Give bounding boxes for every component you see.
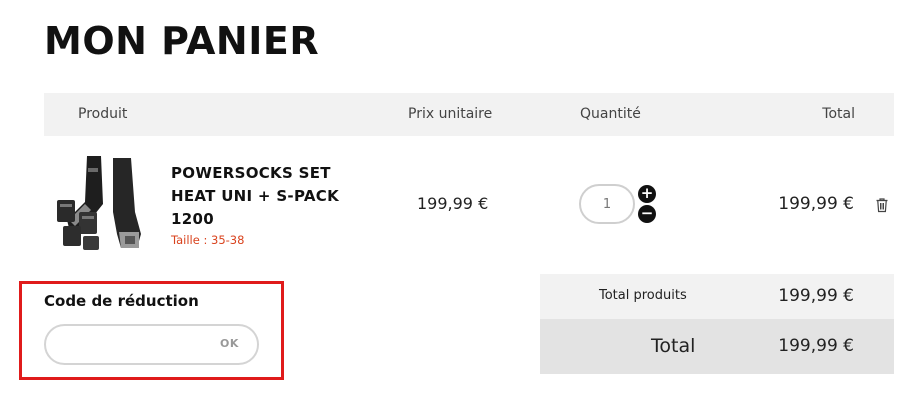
quantity-increase-button[interactable]: +	[638, 185, 656, 203]
summary-total-value: 199,99 €	[778, 336, 854, 356]
column-header-total: Total	[822, 106, 855, 122]
quantity-decrease-button[interactable]: −	[638, 205, 656, 223]
promo-ok-button[interactable]: OK	[220, 337, 239, 350]
product-name[interactable]: POWERSOCKS SET HEAT UNI + S-PACK 1200	[171, 162, 361, 231]
quantity-input[interactable]	[579, 184, 635, 224]
column-header-unit-price: Prix unitaire	[408, 106, 493, 122]
summary-products-value: 199,99 €	[778, 286, 854, 306]
cart-table-header: Produit Prix unitaire Quantité Total	[44, 93, 894, 136]
trash-icon[interactable]	[874, 197, 890, 213]
product-image[interactable]	[55, 152, 155, 254]
promo-code-label: Code de réduction	[44, 292, 199, 310]
summary-products-row: Total produits 199,99 €	[540, 274, 894, 319]
line-total: 199,99 €	[778, 194, 854, 214]
product-size: Taille : 35-38	[171, 233, 245, 247]
summary-total-label: Total	[651, 335, 696, 357]
unit-price: 199,99 €	[417, 194, 489, 213]
page-title: MON PANIER	[44, 19, 320, 63]
column-header-product: Produit	[78, 106, 128, 122]
summary-total-row: Total 199,99 €	[540, 319, 894, 374]
summary-products-label: Total produits	[599, 288, 687, 303]
column-header-quantity: Quantité	[580, 106, 641, 122]
